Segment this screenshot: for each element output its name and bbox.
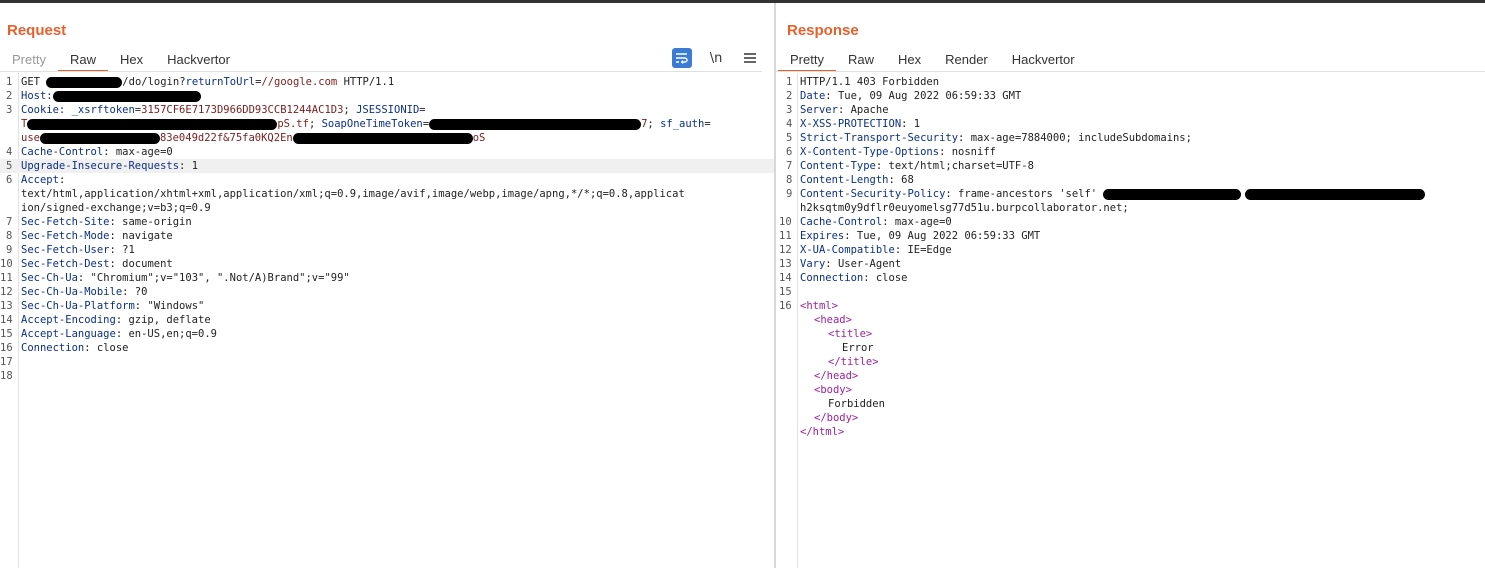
response-line-4: 4 X-XSS-PROTECTION: 1 — [786, 118, 921, 130]
burp-repeater: Request Pretty Raw Hex Hackvertor \n 1 G… — [0, 0, 1485, 568]
request-line-16: 16 Connection: close — [0, 342, 129, 354]
response-body-text: Forbidden — [828, 398, 885, 410]
response-line-7: 7 Content-Type: text/html;charset=UTF-8 — [786, 160, 1034, 172]
response-tab-hex[interactable]: Hex — [886, 49, 933, 71]
request-line-6: 6 Accept: — [6, 174, 66, 186]
response-line-2: 2 Date: Tue, 09 Aug 2022 06:59:33 GMT — [786, 90, 1022, 102]
response-body-html-close: </html> — [800, 426, 845, 438]
request-line-10: 10 Sec-Fetch-Dest: document — [0, 258, 173, 270]
redacted-csp-mark-2 — [1245, 188, 1426, 200]
response-tab-pretty[interactable]: Pretty — [778, 49, 836, 72]
request-line-3-cont-2: use 83e049d22f&75fa0KQ2En oS — [21, 132, 486, 144]
request-line-2: 2 Host: — [0, 89, 774, 103]
request-line-15: 15 Accept-Language: en-US,en;q=0.9 — [0, 328, 217, 340]
response-line-3: 3 Server: Apache — [786, 104, 889, 116]
response-editor[interactable]: 1 HTTP/1.1 403 Forbidden 2 Date: Tue, 09… — [776, 73, 1485, 568]
response-title: Response — [787, 22, 859, 39]
response-line-12: 12 X-UA-Compatible: IE=Edge — [779, 244, 952, 256]
response-line-9-cont: h2ksqtm0y9dflr0euyomelsg77d51u.burpcolla… — [800, 202, 1129, 214]
response-body-head-close: </head> — [814, 370, 859, 382]
response-body-title-text: Error — [842, 342, 874, 354]
request-toolbar: \n — [672, 48, 760, 68]
response-body-title-close: </title> — [828, 356, 879, 368]
redacted-host-mark — [52, 90, 201, 102]
response-body-body-close: </body> — [814, 412, 859, 424]
response-line-14: 14 Connection: close — [779, 272, 908, 284]
request-tabs: Pretty Raw Hex Hackvertor — [0, 49, 242, 72]
request-tabs-underline — [0, 71, 762, 72]
request-title: Request — [7, 22, 67, 39]
redacted-csp-mark — [1103, 188, 1242, 200]
response-pane: Response Pretty Raw Hex Render Hackverto… — [776, 3, 1485, 568]
response-line-9: 9 Content-Security-Policy: frame-ancesto… — [776, 187, 1485, 201]
request-line-6-cont-1: text/html,application/xhtml+xml,applicat… — [21, 188, 685, 200]
response-body-title-open: <title> — [828, 328, 873, 340]
request-line-11: 11 Sec-Ch-Ua: "Chromium";v="103", ".Not/… — [0, 272, 350, 284]
response-line-6: 6 X-Content-Type-Options: nosniff — [786, 146, 996, 158]
response-line-13: 13 Vary: User-Agent — [779, 258, 902, 270]
request-line-13: 13 Sec-Ch-Ua-Platform: "Windows" — [0, 300, 205, 312]
request-line-18: 18 — [0, 370, 13, 382]
response-tabs-underline — [776, 71, 1485, 72]
request-lines: 1 GET /do/login?returnToUrl=//google.com… — [0, 75, 774, 383]
request-line-14: 14 Accept-Encoding: gzip, deflate — [0, 314, 211, 326]
request-editor[interactable]: 1 GET /do/login?returnToUrl=//google.com… — [0, 73, 774, 568]
request-line-8: 8 Sec-Fetch-Mode: navigate — [6, 230, 173, 242]
request-pane: Request Pretty Raw Hex Hackvertor \n 1 G… — [0, 3, 774, 568]
response-lines: 1 HTTP/1.1 403 Forbidden 2 Date: Tue, 09… — [776, 75, 1485, 439]
word-wrap-icon[interactable] — [672, 48, 692, 68]
response-line-1: 1 HTTP/1.1 403 Forbidden — [786, 76, 940, 88]
response-line-10: 10 Cache-Control: max-age=0 — [779, 216, 952, 228]
response-line-5: 5 Strict-Transport-Security: max-age=788… — [786, 132, 1192, 144]
request-line-9: 9 Sec-Fetch-User: ?1 — [6, 244, 135, 256]
response-line-8: 8 Content-Length: 68 — [786, 174, 914, 186]
response-tabs: Pretty Raw Hex Render Hackvertor — [778, 49, 1087, 72]
response-tab-hackvertor[interactable]: Hackvertor — [1000, 49, 1087, 71]
redacted-session-mark — [27, 118, 278, 130]
request-line-3-cont-1: TpS.tf; SoapOneTimeToken= 7; sf_auth= — [21, 118, 711, 130]
response-body-body-open: <body> — [814, 384, 852, 396]
request-line-7: 7 Sec-Fetch-Site: same-origin — [6, 216, 192, 228]
redacted-token-mark — [429, 118, 642, 130]
request-line-4: 4 Cache-Control: max-age=0 — [6, 146, 173, 158]
request-tab-hex[interactable]: Hex — [108, 49, 155, 71]
request-tab-hackvertor[interactable]: Hackvertor — [155, 49, 242, 71]
response-tab-render[interactable]: Render — [933, 49, 1000, 71]
response-tab-raw[interactable]: Raw — [836, 49, 886, 71]
request-line-6-cont-2: ion/signed-exchange;v=b3;q=0.9 — [21, 202, 211, 214]
response-line-16: 16 <html> — [779, 300, 838, 312]
response-line-11: 11 Expires: Tue, 09 Aug 2022 06:59:33 GM… — [779, 230, 1041, 242]
redacted-auth-mark-2 — [292, 132, 473, 144]
menu-icon[interactable] — [740, 48, 760, 68]
redacted-host-mark — [46, 76, 123, 88]
response-line-15: 15 — [779, 286, 792, 298]
request-tab-pretty[interactable]: Pretty — [0, 49, 58, 71]
response-body-head-open: <head> — [814, 314, 852, 326]
request-line-12: 12 Sec-Ch-Ua-Mobile: ?0 — [0, 286, 148, 298]
request-tab-raw[interactable]: Raw — [57, 49, 108, 72]
redacted-auth-mark — [39, 132, 160, 144]
newline-toggle-button[interactable]: \n — [706, 48, 726, 68]
request-line-5: 5 Upgrade-Insecure-Requests: 1 — [0, 159, 774, 173]
request-line-1: 1 GET /do/login?returnToUrl=//google.com… — [6, 76, 395, 88]
request-line-3: 3 Cookie: _xsrftoken=3157CF6E7173D966DD9… — [6, 104, 426, 116]
request-line-17: 17 — [0, 356, 13, 368]
